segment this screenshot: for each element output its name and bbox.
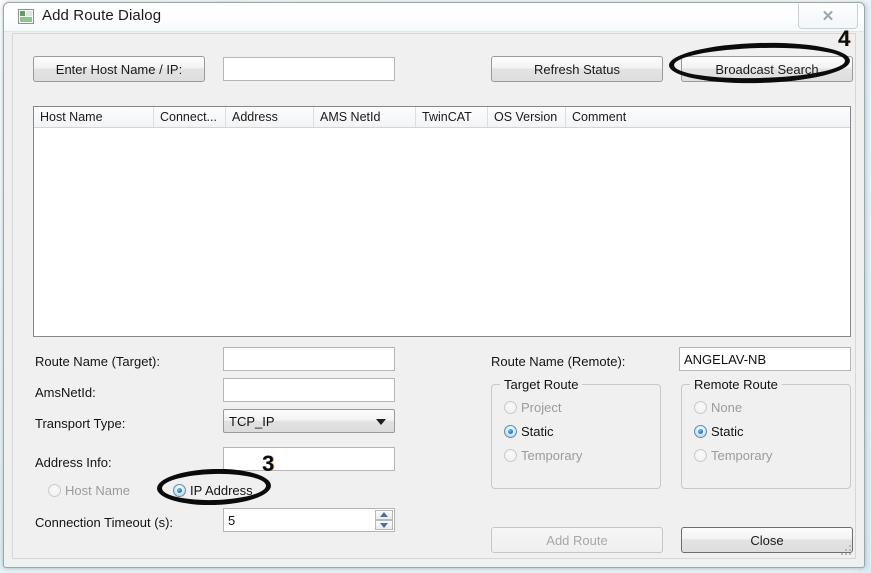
- route-list-column-header[interactable]: AMS NetId: [314, 107, 416, 127]
- ams-netid-input[interactable]: [223, 378, 395, 402]
- address-info-label: Address Info:: [35, 455, 112, 470]
- ams-netid-label: AmsNetId:: [35, 385, 96, 400]
- remote-route-static-label: Static: [711, 424, 744, 439]
- radio-dot-icon: [504, 449, 517, 462]
- dialog-client-area: Enter Host Name / IP: Refresh Status Bro…: [12, 33, 856, 559]
- remote-route-static-radio[interactable]: Static: [694, 424, 744, 439]
- connection-timeout-input[interactable]: 5: [223, 508, 395, 532]
- annotation-number-3: 3: [262, 451, 275, 476]
- remote-route-none-radio[interactable]: None: [694, 400, 742, 415]
- target-route-static-radio[interactable]: Static: [504, 424, 554, 439]
- target-route-group: Target Route Project Static Temporary: [491, 377, 661, 489]
- stepper-up-icon[interactable]: [375, 510, 393, 520]
- target-route-group-title: Target Route: [500, 377, 583, 392]
- remote-route-temporary-label: Temporary: [711, 448, 773, 463]
- target-route-static-label: Static: [521, 424, 554, 439]
- target-route-temporary-radio[interactable]: Temporary: [504, 448, 582, 463]
- radio-dot-icon: [48, 484, 61, 497]
- route-name-remote-input[interactable]: ANGELAV-NB: [679, 347, 851, 371]
- remote-route-group: Remote Route None Static Temporary: [681, 377, 851, 489]
- route-name-target-input[interactable]: [223, 347, 395, 371]
- ip-address-radio[interactable]: IP Address: [173, 483, 253, 498]
- connection-timeout-value: 5: [228, 512, 236, 528]
- route-list-column-header[interactable]: Address: [226, 107, 314, 127]
- window-title: Add Route Dialog: [42, 7, 162, 24]
- stepper-down-icon[interactable]: [375, 520, 393, 530]
- remote-route-none-label: None: [711, 400, 743, 415]
- radio-dot-icon: [694, 401, 707, 414]
- refresh-status-button[interactable]: Refresh Status: [491, 56, 663, 82]
- remote-route-group-title: Remote Route: [690, 377, 782, 392]
- address-info-input[interactable]: [223, 447, 395, 471]
- app-icon: [18, 9, 34, 24]
- chevron-down-icon: [376, 419, 386, 425]
- route-name-target-label: Route Name (Target):: [35, 354, 160, 369]
- target-route-project-radio[interactable]: Project: [504, 400, 561, 415]
- route-list-column-header[interactable]: TwinCAT: [416, 107, 488, 127]
- radio-dot-icon: [694, 425, 707, 438]
- route-list-column-header[interactable]: Host Name: [34, 107, 154, 127]
- add-route-dialog-window: Add Route Dialog ✕ Enter Host Name / IP:…: [3, 2, 865, 568]
- route-name-remote-label: Route Name (Remote):: [491, 354, 626, 369]
- target-route-temporary-label: Temporary: [521, 448, 583, 463]
- remote-route-temporary-radio[interactable]: Temporary: [694, 448, 772, 463]
- radio-dot-icon: [504, 401, 517, 414]
- connection-timeout-stepper[interactable]: [375, 510, 393, 530]
- connection-timeout-label: Connection Timeout (s):: [35, 515, 174, 530]
- broadcast-search-button[interactable]: Broadcast Search: [681, 56, 853, 82]
- title-bar: Add Route Dialog ✕: [4, 3, 864, 32]
- transport-type-select[interactable]: TCP_IP: [223, 409, 395, 433]
- transport-type-label: Transport Type:: [35, 416, 126, 431]
- resize-grip[interactable]: [841, 545, 852, 556]
- target-route-project-label: Project: [521, 400, 562, 415]
- route-list-column-header[interactable]: OS Version: [488, 107, 566, 127]
- route-list-column-header[interactable]: Comment: [566, 107, 848, 127]
- route-list-header: Host Name Connect... Address AMS NetId TwinC…: [34, 107, 850, 128]
- close-icon: ✕: [821, 8, 835, 25]
- route-list[interactable]: Host Name Connect... Address AMS NetId TwinC…: [33, 106, 851, 337]
- host-name-radio-label: Host Name: [65, 483, 131, 498]
- add-route-button[interactable]: Add Route: [491, 527, 663, 553]
- enter-host-name-button[interactable]: Enter Host Name / IP:: [33, 56, 205, 82]
- radio-dot-icon: [173, 484, 186, 497]
- annotation-number-4: 4: [838, 26, 851, 51]
- host-name-ip-input[interactable]: [223, 57, 395, 81]
- ip-address-radio-label: IP Address: [190, 483, 253, 498]
- close-dialog-button[interactable]: Close: [681, 527, 853, 553]
- host-name-radio[interactable]: Host Name: [48, 483, 130, 498]
- radio-dot-icon: [504, 425, 517, 438]
- route-list-column-header[interactable]: Connect...: [154, 107, 226, 127]
- radio-dot-icon: [694, 449, 707, 462]
- transport-type-value: TCP_IP: [229, 413, 275, 429]
